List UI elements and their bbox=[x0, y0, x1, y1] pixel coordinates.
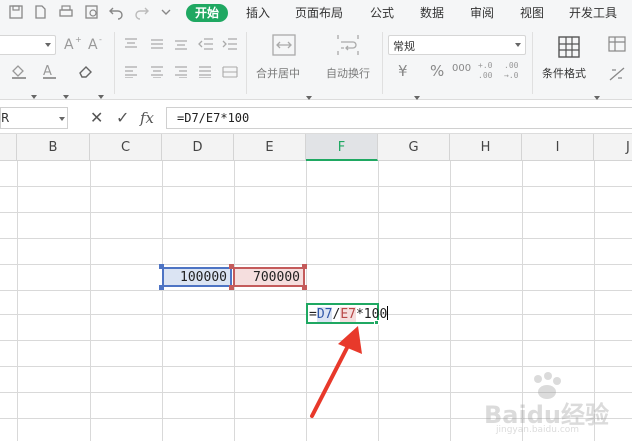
decrease-decimal-icon[interactable]: .00 →.0 bbox=[504, 60, 522, 80]
cell-f8-active[interactable]: =D7/E7*100 bbox=[306, 303, 389, 324]
svg-text:.00: .00 bbox=[504, 61, 519, 70]
ref-token-e7: E7 bbox=[340, 307, 356, 322]
col-header-e[interactable]: E bbox=[234, 134, 306, 161]
align-left-icon[interactable] bbox=[124, 66, 138, 78]
svg-text:+: + bbox=[75, 35, 82, 44]
ref-handle-e7-tr[interactable] bbox=[302, 264, 307, 269]
indent-increase-icon[interactable] bbox=[222, 38, 238, 50]
tab-data[interactable]: 数据 bbox=[420, 4, 444, 22]
ref-handle-d7-bl[interactable] bbox=[159, 285, 164, 290]
print-preview-icon[interactable] bbox=[84, 4, 100, 20]
tab-page-layout[interactable]: 页面布局 bbox=[295, 4, 343, 22]
font-color-icon[interactable]: A bbox=[42, 63, 58, 79]
col-header-g[interactable]: G bbox=[378, 134, 450, 161]
merge-center-label[interactable]: 合并居中 bbox=[256, 65, 300, 81]
conditional-format-icon[interactable] bbox=[558, 36, 580, 58]
name-box-value: R bbox=[1, 111, 10, 125]
fill-color-icon[interactable] bbox=[10, 63, 28, 79]
export-pdf-icon[interactable] bbox=[32, 4, 48, 20]
cancel-entry-button[interactable]: ✕ bbox=[90, 109, 103, 127]
align-center-icon[interactable] bbox=[150, 66, 164, 78]
align-middle-icon[interactable] bbox=[150, 38, 164, 50]
conditional-format-label[interactable]: 条件格式 bbox=[542, 65, 586, 81]
undo-icon[interactable] bbox=[108, 4, 124, 20]
quick-access-bar: 开始 插入 页面布局 公式 数据 审阅 视图 开发工具 bbox=[0, 0, 632, 26]
formula-text: =D7/E7*100 bbox=[177, 111, 250, 125]
more-quick-access-icon[interactable] bbox=[158, 4, 174, 20]
save-icon[interactable] bbox=[8, 4, 24, 20]
percent-button[interactable]: % bbox=[430, 62, 444, 80]
col-header-a[interactable] bbox=[0, 134, 17, 161]
merge-center-icon[interactable] bbox=[272, 34, 296, 56]
col-header-c[interactable]: C bbox=[90, 134, 162, 161]
align-right-icon[interactable] bbox=[174, 66, 188, 78]
insert-function-button[interactable]: fx bbox=[140, 109, 154, 127]
svg-text:+.0: +.0 bbox=[478, 61, 493, 70]
number-format-value: 常规 bbox=[393, 40, 415, 53]
ref-handle-e7-br[interactable] bbox=[302, 285, 307, 290]
ref-handle-e7-bl[interactable] bbox=[229, 285, 234, 290]
col-header-b[interactable]: B bbox=[17, 134, 90, 161]
svg-text:A: A bbox=[64, 37, 74, 51]
tab-view[interactable]: 视图 bbox=[520, 4, 544, 22]
font-size-select[interactable] bbox=[0, 35, 56, 55]
spreadsheet-grid[interactable]: B C D E F G H I J 100000 700000 =D7/E7*1… bbox=[0, 134, 632, 441]
watermark: Baidu经验 jingyan.baidu.com bbox=[478, 371, 628, 435]
cell-e7[interactable]: 700000 bbox=[233, 267, 305, 287]
svg-text:→.0: →.0 bbox=[504, 71, 519, 80]
increase-font-icon[interactable]: A + bbox=[64, 35, 82, 51]
formula-bar: R ✕ ✓ fx =D7/E7*100 bbox=[0, 100, 632, 134]
number-format-select[interactable]: 常规 bbox=[388, 35, 526, 55]
ref-handle-d7-tl[interactable] bbox=[159, 264, 164, 269]
indent-decrease-icon[interactable] bbox=[198, 38, 214, 50]
col-header-d[interactable]: D bbox=[162, 134, 234, 161]
wrap-text-label[interactable]: 自动换行 bbox=[326, 65, 370, 81]
confirm-entry-button[interactable]: ✓ bbox=[116, 109, 129, 127]
thousands-separator-button[interactable]: 000 bbox=[452, 63, 471, 74]
align-top-icon[interactable] bbox=[124, 38, 138, 50]
table-style-icon[interactable] bbox=[608, 36, 626, 52]
cell-d7[interactable]: 100000 bbox=[162, 267, 232, 287]
distributed-align-icon[interactable] bbox=[222, 66, 238, 78]
svg-text:A: A bbox=[43, 64, 52, 79]
decrease-font-icon[interactable]: A- bbox=[88, 35, 106, 51]
col-header-i[interactable]: I bbox=[522, 134, 594, 161]
name-box[interactable]: R bbox=[0, 107, 68, 129]
col-header-h[interactable]: H bbox=[450, 134, 522, 161]
ribbon: A + A- A 合并居中 自动换行 常规 ¥ % 000 +.0 .00 .0… bbox=[0, 26, 632, 100]
tab-developer[interactable]: 开发工具 bbox=[569, 4, 617, 22]
svg-text:A: A bbox=[88, 37, 98, 51]
tab-insert[interactable]: 插入 bbox=[246, 4, 270, 22]
align-bottom-icon[interactable] bbox=[174, 38, 188, 50]
currency-button[interactable]: ¥ bbox=[398, 62, 408, 80]
tab-home[interactable]: 开始 bbox=[186, 4, 229, 22]
svg-text:-: - bbox=[99, 35, 102, 44]
formula-input[interactable]: =D7/E7*100 bbox=[166, 107, 632, 129]
svg-text:.00: .00 bbox=[478, 71, 493, 80]
ref-token-d7: D7 bbox=[316, 307, 333, 322]
col-header-f[interactable]: F bbox=[306, 134, 378, 161]
redo-icon[interactable] bbox=[134, 4, 150, 20]
ref-handle-e7-tl[interactable] bbox=[229, 264, 234, 269]
increase-decimal-icon[interactable]: +.0.00 bbox=[478, 60, 496, 80]
tab-formulas[interactable]: 公式 bbox=[370, 4, 394, 22]
text-cursor bbox=[387, 306, 389, 320]
justify-icon[interactable] bbox=[198, 66, 212, 78]
fill-handle[interactable] bbox=[374, 320, 379, 325]
watermark-url: jingyan.baidu.com bbox=[496, 425, 580, 435]
annotation-arrow bbox=[310, 326, 362, 418]
tab-review[interactable]: 审阅 bbox=[470, 4, 494, 22]
wrap-text-icon[interactable] bbox=[336, 34, 360, 56]
clear-format-icon[interactable] bbox=[78, 64, 94, 78]
print-icon[interactable] bbox=[58, 4, 74, 20]
symbol-icon[interactable] bbox=[608, 66, 626, 82]
col-header-j[interactable]: J bbox=[594, 134, 632, 161]
